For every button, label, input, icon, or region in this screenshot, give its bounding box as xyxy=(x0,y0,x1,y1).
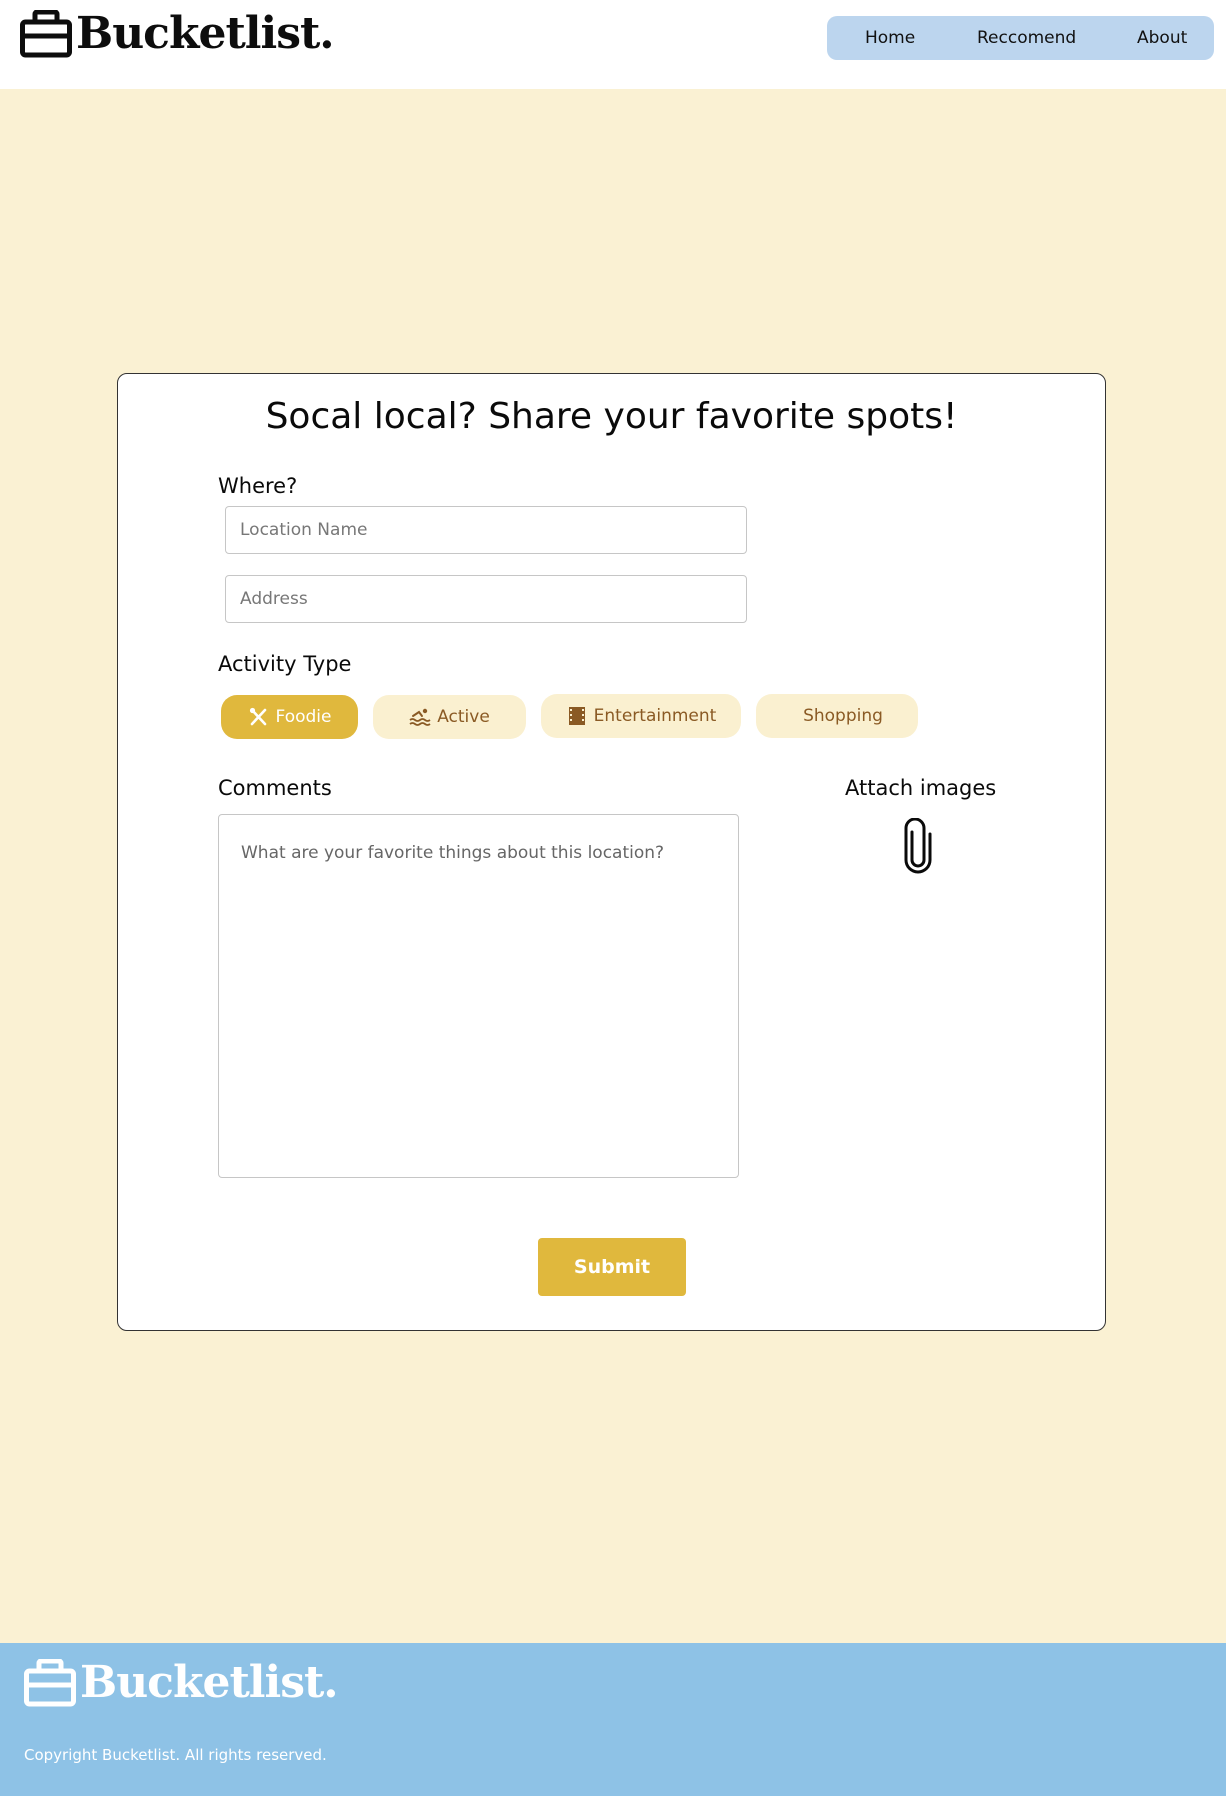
site-footer: Bucketlist. Copyright Bucketlist. All ri… xyxy=(0,1643,1226,1796)
activity-chip-entertainment[interactable]: Entertainment xyxy=(541,694,741,738)
footer-logo-text: Bucketlist. xyxy=(80,1657,339,1708)
footer-logo[interactable]: Bucketlist. xyxy=(24,1657,339,1709)
comments-textarea[interactable] xyxy=(218,814,739,1178)
film-icon xyxy=(566,705,588,727)
location-name-input[interactable] xyxy=(225,506,747,554)
logo-text: Bucketlist. xyxy=(76,8,335,59)
address-input[interactable] xyxy=(225,575,747,623)
where-label: Where? xyxy=(218,474,298,498)
attach-images-label: Attach images xyxy=(845,776,997,800)
activity-chip-label: Active xyxy=(437,707,490,727)
copyright-text: Copyright Bucketlist. All rights reserve… xyxy=(24,1746,327,1764)
comments-label: Comments xyxy=(218,776,332,800)
activity-chip-active[interactable]: Active xyxy=(373,695,526,739)
swimming-icon xyxy=(409,706,431,728)
site-header: Bucketlist. Home Reccomend About xyxy=(0,0,1226,89)
nav-about[interactable]: About xyxy=(1137,28,1187,48)
briefcase-icon xyxy=(24,1659,76,1707)
activity-chip-label: Foodie xyxy=(275,707,332,727)
activity-chip-label: Shopping xyxy=(803,706,883,726)
active-nav-indicator xyxy=(1017,60,1033,68)
paperclip-icon[interactable] xyxy=(902,818,934,874)
nav-home[interactable]: Home xyxy=(865,28,915,48)
submit-button[interactable]: Submit xyxy=(538,1238,686,1296)
main-nav: Home Reccomend About xyxy=(827,16,1214,68)
site-logo[interactable]: Bucketlist. xyxy=(20,8,335,60)
form-title: Socal local? Share your favorite spots! xyxy=(265,396,958,437)
briefcase-icon xyxy=(20,10,72,58)
utensils-icon xyxy=(248,706,270,728)
nav-recommend[interactable]: Reccomend xyxy=(977,28,1076,48)
activity-chip-shopping[interactable]: Shopping xyxy=(756,694,918,738)
activity-chip-foodie[interactable]: Foodie xyxy=(221,695,358,739)
activity-chip-label: Entertainment xyxy=(593,706,717,726)
activity-type-label: Activity Type xyxy=(218,652,352,676)
recommend-form-card: Socal local? Share your favorite spots! … xyxy=(117,373,1106,1331)
